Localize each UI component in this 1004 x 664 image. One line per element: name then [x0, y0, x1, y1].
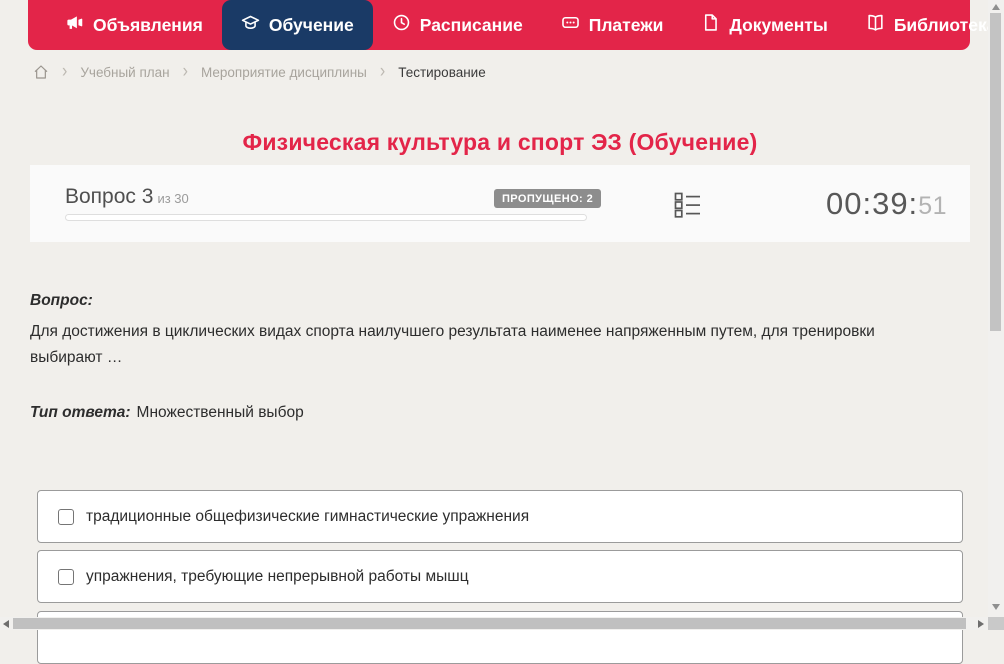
question-number: Вопрос 3 из 30: [65, 185, 189, 209]
book-icon: [866, 13, 885, 37]
question-heading: Вопрос:: [30, 292, 93, 309]
home-icon[interactable]: [33, 64, 49, 80]
clock-icon: [392, 13, 411, 37]
question-header-card: Вопрос 3 из 30 ПРОПУЩЕНО: 2 00:39:51: [30, 165, 970, 242]
skipped-badge: ПРОПУЩЕНО: 2: [494, 189, 602, 208]
nav-item-documents[interactable]: Документы: [682, 0, 846, 50]
timer-seconds: 51: [918, 192, 947, 220]
breadcrumb-testing: Тестирование: [398, 64, 486, 80]
question-progress-bar: [65, 214, 587, 221]
nav-item-label: Документы: [729, 14, 828, 35]
answer-type-label: Тип ответа:: [30, 404, 131, 421]
nav-item-learning[interactable]: Обучение: [221, 0, 373, 50]
breadcrumb-separator-icon: ›: [379, 61, 386, 82]
breadcrumb: › Учебный план › Мероприятие дисциплины …: [33, 61, 486, 83]
question-number-label: Вопрос 3: [65, 185, 154, 208]
nav-item-label: Платежи: [588, 14, 664, 35]
graduation-cap-icon: [241, 13, 260, 37]
nav-item-schedule[interactable]: Расписание: [373, 0, 542, 50]
breadcrumb-separator-icon: ›: [182, 61, 188, 82]
answer-type: Тип ответа: Множественный выбор: [30, 404, 304, 422]
scroll-right-arrow-icon[interactable]: [978, 620, 984, 628]
answer-option-row[interactable]: традиционные общефизические гимнастическ…: [37, 490, 963, 543]
answer-option-row[interactable]: упражнения, требующие непрерывной работы…: [37, 550, 963, 603]
megaphone-icon: [65, 13, 84, 37]
vertical-scrollbar-thumb[interactable]: [990, 13, 1001, 331]
payment-icon: [561, 13, 580, 37]
breadcrumb-discipline-event[interactable]: Мероприятие дисциплины: [201, 65, 367, 80]
nav-item-library[interactable]: Библиотека: [847, 0, 1004, 50]
timer-hours-minutes: 00:39:: [825, 186, 919, 221]
question-section: Вопрос: Для достижения в циклических вид…: [30, 292, 896, 371]
question-list-icon[interactable]: [674, 192, 701, 218]
option-label: упражнения, требующие непрерывной работы…: [86, 567, 469, 585]
vertical-scrollbar[interactable]: [988, 0, 1004, 617]
option-checkbox[interactable]: [58, 508, 74, 525]
question-text: Для достижения в циклических видах спорт…: [30, 323, 875, 366]
horizontal-scrollbar-thumb[interactable]: [13, 618, 966, 629]
nav-item-payments[interactable]: Платежи: [542, 0, 683, 50]
page-title: Физическая культура и спорт ЭЗ (Обучение…: [242, 129, 758, 156]
breadcrumb-study-plan[interactable]: Учебный план: [80, 65, 169, 80]
nav-item-label: Объявления: [93, 14, 203, 35]
breadcrumb-separator-icon: ›: [62, 61, 68, 82]
nav-item-announcements[interactable]: Объявления: [46, 0, 222, 50]
scroll-left-arrow-icon[interactable]: [3, 620, 9, 628]
timer: 00:39:51: [826, 186, 947, 222]
nav-item-label: Обучение: [268, 14, 354, 35]
answer-type-value: Множественный выбор: [136, 404, 304, 421]
document-icon: [701, 13, 720, 37]
scroll-up-arrow-icon[interactable]: [992, 4, 1000, 10]
horizontal-scrollbar[interactable]: [0, 617, 988, 630]
option-label: традиционные общефизические гимнастическ…: [86, 507, 530, 525]
top-navigation: Объявления Обучение Расписание Платежи Д…: [28, 0, 996, 50]
question-total: из 30: [157, 191, 189, 206]
nav-item-label: Расписание: [419, 14, 523, 35]
scrollbar-corner: [988, 617, 1004, 630]
nav-item-label: Библиотека: [893, 14, 997, 35]
scroll-down-arrow-icon[interactable]: [992, 604, 1000, 610]
option-checkbox[interactable]: [58, 568, 74, 585]
